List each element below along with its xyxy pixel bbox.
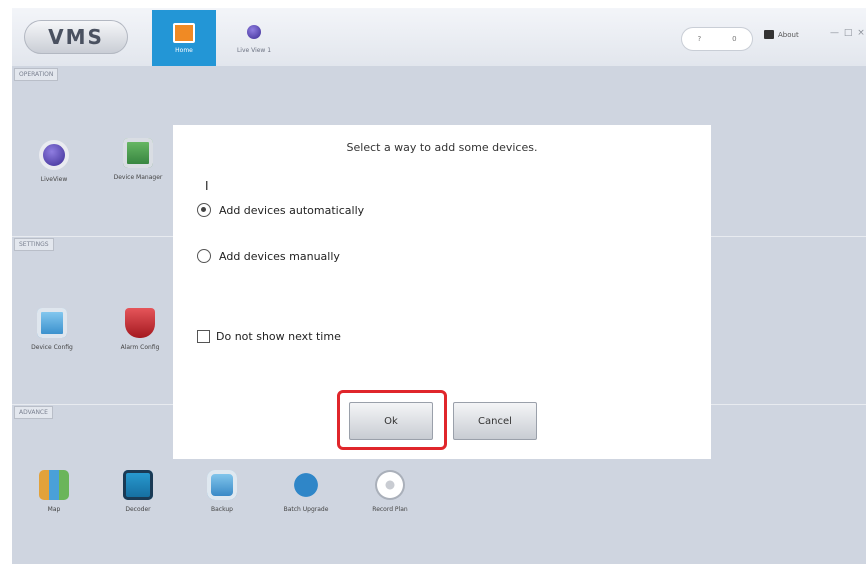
cancel-button[interactable]: Cancel: [453, 402, 537, 440]
section-label-settings: SETTINGS: [14, 238, 54, 251]
alarm-config-icon: [125, 308, 155, 338]
live-view-icon: [39, 140, 69, 170]
top-bar: VMS Home Live View 1 ? 0 About — □ ×: [12, 8, 866, 66]
radio-icon[interactable]: [197, 249, 211, 263]
about-label: About: [778, 30, 799, 39]
app-label: Record Plan: [372, 506, 408, 513]
about-button[interactable]: About: [764, 30, 799, 39]
section-label-operation: OPERATION: [14, 68, 59, 81]
pill-left-text: ?: [697, 35, 702, 43]
home-icon: [173, 22, 195, 43]
app-label: LiveView: [40, 176, 68, 183]
app-label: Device Manager: [113, 174, 163, 181]
window-controls[interactable]: — □ ×: [830, 28, 866, 38]
checkbox[interactable]: [197, 330, 210, 343]
do-not-show-checkbox-row[interactable]: Do not show next time: [197, 330, 341, 343]
app-label: Decoder: [125, 506, 151, 513]
app-label: Batch Upgrade: [283, 506, 329, 513]
checkbox-label: Do not show next time: [216, 330, 341, 343]
record-plan-icon: [375, 470, 405, 500]
app-live-view[interactable]: LiveView: [18, 140, 90, 183]
live-view-tab-icon: [247, 24, 261, 39]
tab-live-view[interactable]: Live View 1: [224, 14, 284, 64]
text-cursor: I: [205, 179, 209, 193]
add-devices-dialog: Select a way to add some devices. I Add …: [173, 125, 711, 459]
app-alarm-config[interactable]: Alarm Config: [104, 308, 176, 351]
shirt-icon: [764, 30, 774, 39]
app-label: Map: [47, 506, 61, 513]
tab-home[interactable]: Home: [152, 10, 216, 66]
backup-icon: [207, 470, 237, 500]
app-backup[interactable]: Backup: [186, 470, 258, 513]
device-manager-icon: [123, 138, 153, 168]
app-device-manager[interactable]: Device Manager: [102, 138, 174, 181]
option-add-manually[interactable]: Add devices manually: [197, 249, 340, 263]
tab-home-label: Home: [175, 46, 193, 54]
app-batch-upgrade[interactable]: Batch Upgrade: [270, 470, 342, 513]
map-icon: [39, 470, 69, 500]
app-record-plan[interactable]: Record Plan: [354, 470, 426, 513]
option-add-automatically[interactable]: Add devices automatically: [197, 203, 364, 217]
status-pill[interactable]: ? 0: [682, 28, 752, 50]
app-label: Device Config: [31, 344, 73, 351]
pill-right-text: 0: [732, 35, 737, 43]
app-label: Backup: [211, 506, 233, 513]
batch-upgrade-icon: [291, 470, 321, 500]
option-label: Add devices manually: [219, 249, 340, 263]
vms-logo: VMS: [24, 20, 128, 54]
decoder-icon: [123, 470, 153, 500]
dialog-title: Select a way to add some devices.: [346, 141, 538, 154]
radio-selected-icon[interactable]: [197, 203, 211, 217]
app-device-config[interactable]: Device Config: [16, 308, 88, 351]
app-label: Alarm Config: [120, 344, 160, 351]
app-decoder[interactable]: Decoder: [102, 470, 174, 513]
ok-button[interactable]: Ok: [349, 402, 433, 440]
device-config-icon: [37, 308, 67, 338]
app-map[interactable]: Map: [18, 470, 90, 513]
tab-live-view-label: Live View 1: [236, 46, 272, 54]
section-label-advance: ADVANCE: [14, 406, 53, 419]
option-label: Add devices automatically: [219, 203, 365, 217]
